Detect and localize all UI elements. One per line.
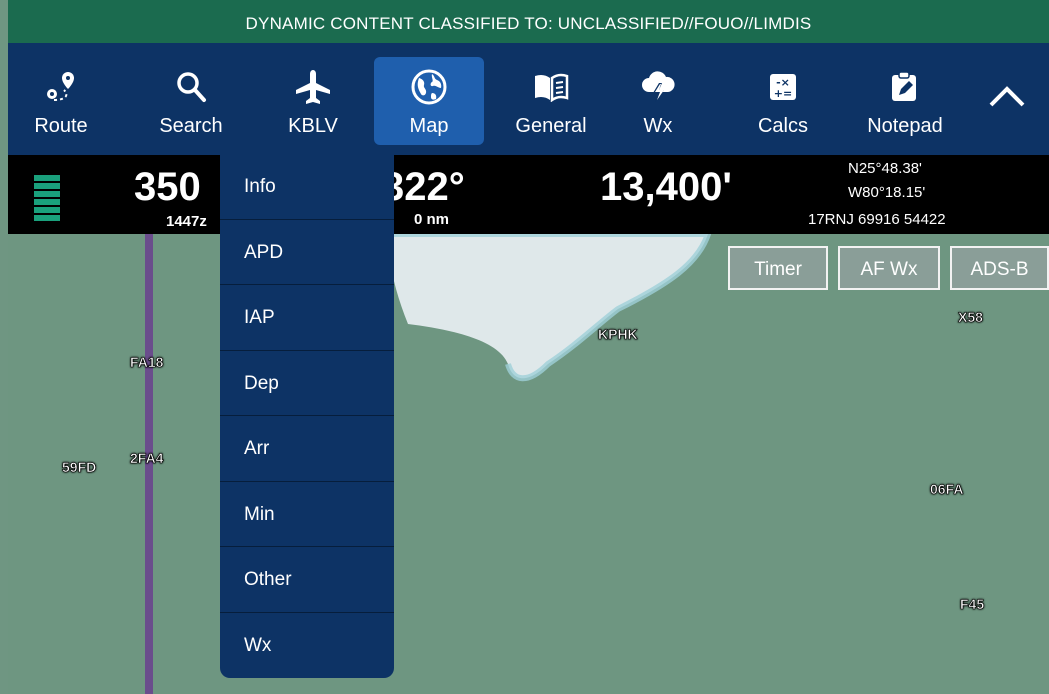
map-view[interactable]: FA18 2FA4 59FD KPHK X58 06FA F45 Timer A…: [8, 234, 1049, 694]
waypoint-label[interactable]: 2FA4: [130, 450, 164, 467]
book-icon: [506, 67, 596, 107]
main-toolbar: Route Search KBLV Map General Wx -×+= C: [8, 43, 1049, 155]
menu-item-wx[interactable]: Wx: [220, 613, 394, 679]
toolbar-wx-button[interactable]: Wx: [613, 43, 703, 155]
menu-item-min[interactable]: Min: [220, 482, 394, 547]
waypoint-label[interactable]: 06FA: [930, 481, 964, 498]
waypoint-label[interactable]: FA18: [130, 354, 164, 371]
latitude-value: N25°48.38': [848, 160, 922, 177]
toolbar-general-button[interactable]: General: [506, 43, 596, 155]
mgrs-value: 17RNJ 69916 54422: [808, 211, 946, 228]
coastline-shape: [388, 234, 712, 382]
menu-item-apd[interactable]: APD: [220, 220, 394, 285]
af-wx-button[interactable]: AF Wx: [838, 246, 940, 290]
globe-icon: [384, 67, 474, 107]
toolbar-notepad-button[interactable]: Notepad: [860, 43, 950, 155]
toolbar-calcs-button[interactable]: -× += Calcs: [738, 43, 828, 155]
longitude-value: W80°18.15': [848, 184, 926, 201]
menu-item-arr[interactable]: Arr: [220, 416, 394, 482]
route-icon: [16, 67, 106, 107]
menu-item-iap[interactable]: IAP: [220, 285, 394, 351]
menu-item-other[interactable]: Other: [220, 547, 394, 613]
chevron-up-icon[interactable]: [987, 81, 1027, 116]
waypoint-label[interactable]: X58: [958, 309, 984, 326]
waypoint-label[interactable]: F45: [960, 596, 985, 613]
airplane-icon: [268, 67, 358, 107]
toolbar-map-button[interactable]: Map: [374, 43, 484, 155]
altitude-value: 13,400': [600, 165, 732, 209]
heading-value: 350: [134, 165, 201, 209]
toolbar-kblv-button[interactable]: KBLV: [268, 43, 358, 155]
waypoint-label[interactable]: 59FD: [62, 459, 97, 476]
map-dropdown-menu: Info APD IAP Dep Arr Min Other Wx: [220, 154, 394, 678]
menu-item-info[interactable]: Info: [220, 154, 394, 220]
time-value: 1447z: [166, 213, 207, 230]
classification-banner: DYNAMIC CONTENT CLASSIFIED TO: UNCLASSIF…: [8, 0, 1049, 43]
signal-strength-icon: [34, 175, 60, 223]
timer-button[interactable]: Timer: [728, 246, 828, 290]
calculator-icon: -× +=: [738, 67, 828, 107]
toolbar-search-button[interactable]: Search: [146, 43, 236, 155]
flight-info-bar: 350 1447z 322° 0 nm 13,400' N25°48.38' W…: [8, 155, 1049, 234]
search-icon: [146, 67, 236, 107]
distance-value: 0 nm: [414, 211, 450, 228]
storm-cloud-icon: [613, 67, 703, 107]
menu-item-dep[interactable]: Dep: [220, 351, 394, 416]
ads-b-button[interactable]: ADS-B: [950, 246, 1049, 290]
svg-text:+=: +=: [774, 87, 792, 100]
notepad-icon: [860, 67, 950, 107]
toolbar-route-button[interactable]: Route: [16, 43, 106, 155]
track-value: 322°: [382, 165, 465, 209]
waypoint-label[interactable]: KPHK: [598, 326, 638, 343]
